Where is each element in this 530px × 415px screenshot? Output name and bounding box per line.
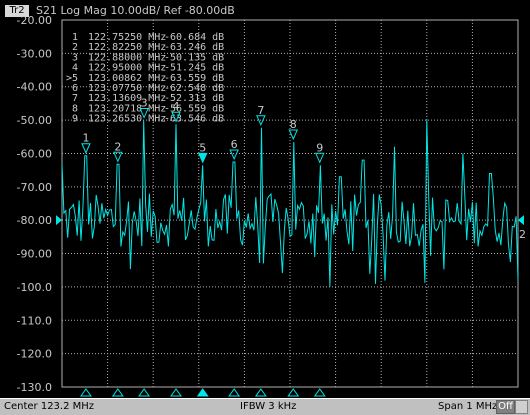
y-tick-label: -50.00 xyxy=(17,114,52,127)
marker-triangle-icon xyxy=(315,152,325,164)
marker-number-label: 7 xyxy=(257,104,264,117)
y-tick-label: -130.0 xyxy=(17,381,52,394)
marker-position-icon xyxy=(313,388,326,397)
y-tick-label: -20.00 xyxy=(17,14,52,27)
marker-position-icon xyxy=(196,388,209,397)
ifbw-setting[interactable]: IFBW 3 kHz xyxy=(240,401,296,412)
channel-label: 2 xyxy=(519,228,526,241)
marker-number-label: 3 xyxy=(141,97,148,110)
marker-number-label: 1 xyxy=(82,132,89,145)
marker-row-frequency: 123.26530 MHz xyxy=(88,114,166,125)
status-bar: Center 123.2 MHz IFBW 3 kHz Span 1 MHz O… xyxy=(0,398,530,415)
marker-position-icon xyxy=(170,388,182,397)
marker-number-label: 6 xyxy=(231,138,238,151)
marker-triangle-icon xyxy=(81,143,91,154)
y-tick-label: -40.00 xyxy=(17,81,52,94)
spectrum-plot: -20.00 -30.00 -40.00 -50.00 -60.00 -70.00 -80.… xyxy=(17,14,526,397)
y-tick-label: -80.00 xyxy=(17,214,52,227)
y-tick-label: -60.00 xyxy=(17,147,52,160)
y-tick-label: -120.0 xyxy=(17,348,52,361)
status-indicator xyxy=(515,400,528,414)
marker-number-label: 2 xyxy=(114,140,121,153)
analyzer-screen: Tr2 S21 Log Mag 10.00dB/ Ref -80.00dB -2… xyxy=(0,0,530,415)
y-tick-label: -110.0 xyxy=(17,314,52,327)
marker-number-label: 4 xyxy=(173,100,180,113)
marker-position-icon xyxy=(287,388,300,397)
marker-triangle-icon xyxy=(197,152,208,164)
marker-position-icon xyxy=(254,388,267,397)
y-tick-label: -90.00 xyxy=(17,248,52,261)
ref-arrow-right-icon xyxy=(518,215,524,226)
off-toggle[interactable]: Off xyxy=(496,400,515,414)
center-frequency[interactable]: Center 123.2 MHz xyxy=(4,401,94,412)
marker-triangle-icon xyxy=(229,149,239,161)
marker-row-number: 9 xyxy=(72,114,78,125)
marker-number-label: 5 xyxy=(199,141,206,154)
marker-number-label: 9 xyxy=(316,141,323,154)
marker-number-label: 8 xyxy=(290,118,297,131)
marker-position-icon xyxy=(111,388,124,397)
y-tick-label: -70.00 xyxy=(17,181,52,194)
marker-triangle-icon xyxy=(113,151,123,163)
marker-position-icon xyxy=(138,388,151,397)
marker-position-icon xyxy=(228,388,241,397)
y-tick-label: -30.00 xyxy=(17,47,52,60)
span-setting[interactable]: Span 1 MHz xyxy=(438,401,497,412)
ref-arrow-left-icon xyxy=(56,215,62,226)
marker-position-icon xyxy=(79,388,92,397)
y-tick-label: -100.0 xyxy=(17,281,52,294)
